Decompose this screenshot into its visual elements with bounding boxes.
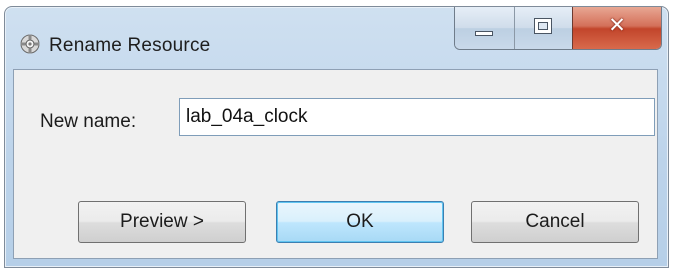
- preview-button[interactable]: Preview >: [78, 201, 246, 243]
- close-icon: ✕: [608, 13, 626, 37]
- title-bar[interactable]: Rename Resource ✕: [5, 7, 668, 69]
- ok-button[interactable]: OK: [276, 201, 444, 243]
- minimize-icon: [475, 31, 493, 36]
- minimize-button[interactable]: [455, 7, 515, 49]
- new-name-input[interactable]: [179, 98, 655, 136]
- new-name-label: New name:: [40, 111, 137, 132]
- gear-icon: [19, 33, 41, 55]
- cancel-button[interactable]: Cancel: [471, 201, 639, 243]
- close-button[interactable]: ✕: [573, 7, 661, 49]
- maximize-icon: [534, 18, 552, 34]
- maximize-button[interactable]: [515, 7, 573, 49]
- rename-resource-dialog: Rename Resource ✕ New name: Preview > OK…: [4, 6, 669, 268]
- caption-buttons: ✕: [454, 7, 662, 50]
- dialog-content: New name: Preview > OK Cancel: [13, 69, 658, 259]
- window-title: Rename Resource: [49, 35, 211, 56]
